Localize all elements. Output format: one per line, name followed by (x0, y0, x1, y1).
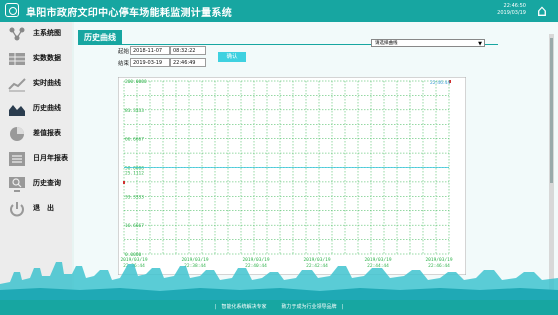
curve-select-value: 请选择曲线 (375, 41, 398, 46)
y-tick-label: 66.6667 (125, 137, 144, 143)
sidebar-item-realtime-curve[interactable]: 实时曲线 (0, 72, 72, 97)
sidebar-item-label: 差值报表 (33, 129, 61, 137)
sidebar-item-history-query[interactable]: 历史查询 (0, 172, 72, 197)
cursor-readout: 22:46:44 (430, 80, 450, 86)
search-monitor-icon (9, 177, 25, 192)
sidebar-item-main-diagram[interactable]: 主系统图 (0, 22, 72, 47)
sidebar-item-label: 主系统图 (33, 29, 61, 37)
series-start-marker (123, 181, 125, 184)
sidebar-item-label: 实数数据 (33, 54, 61, 62)
nodes-icon (9, 27, 25, 41)
section-title: 历史曲线 (78, 30, 122, 45)
table-icon (9, 53, 25, 65)
power-icon (10, 202, 24, 217)
y-tick-label: 83.3333 (125, 108, 144, 114)
sidebar-item-difference-report[interactable]: 差值报表 (0, 122, 72, 147)
home-icon[interactable]: ⌂ (533, 2, 551, 20)
report-icon (9, 152, 25, 166)
y-extra-label: 25.1112 (125, 171, 144, 177)
pie-icon (10, 127, 24, 141)
sidebar-item-label: 历史查询 (33, 179, 61, 187)
end-time-field[interactable]: 22:46:49 (170, 58, 206, 67)
y-tick-label: 33.3333 (125, 194, 144, 200)
history-chart: 200.000083.333366.666750.000033.333316.6… (118, 77, 466, 275)
title-bar: 阜阳市政府文印中心停车场能耗监测计量系统 22:46:50 2019/03/19… (0, 0, 558, 22)
clock-date: 2019/03/19 (497, 10, 526, 16)
footer-banner: | 智能化系统解决专家 致力于成为行业领导品牌 | (0, 300, 558, 315)
sidebar-item-label: 日月年报表 (33, 154, 68, 162)
chevron-down-icon: ▼ (478, 41, 482, 47)
clock: 22:46:50 2019/03/19 (497, 3, 526, 17)
scrollbar-thumb[interactable] (550, 38, 553, 183)
sidebar-item-label: 退 出 (33, 204, 54, 212)
end-date-field[interactable]: 2019-03-19 (130, 58, 170, 67)
curve-select[interactable]: 请选择曲线 ▼ (371, 39, 485, 47)
clock-time: 22:46:50 (503, 3, 526, 9)
app-title: 阜阳市政府文印中心停车场能耗监测计量系统 (26, 8, 232, 19)
sidebar-item-exit[interactable]: 退 出 (0, 197, 72, 222)
sidebar-item-realtime-data[interactable]: 实数数据 (0, 47, 72, 72)
area-chart-icon (9, 105, 25, 116)
sidebar-item-label: 实时曲线 (33, 79, 61, 87)
sidebar-item-label: 历史曲线 (33, 104, 61, 112)
sidebar-item-period-report[interactable]: 日月年报表 (0, 147, 72, 172)
city-skyline-decoration (0, 262, 558, 300)
sidebar-item-history-curve[interactable]: 历史曲线 (0, 97, 72, 122)
start-date-field[interactable]: 2018-11-07 (130, 46, 170, 55)
y-tick-label: 16.6667 (125, 223, 144, 229)
trend-icon (8, 78, 26, 92)
confirm-button[interactable]: 确认 (218, 52, 246, 62)
y-tick-label: 200.0000 (125, 79, 147, 85)
start-time-field[interactable]: 08:32:22 (170, 46, 206, 55)
app-logo-icon (5, 3, 19, 17)
